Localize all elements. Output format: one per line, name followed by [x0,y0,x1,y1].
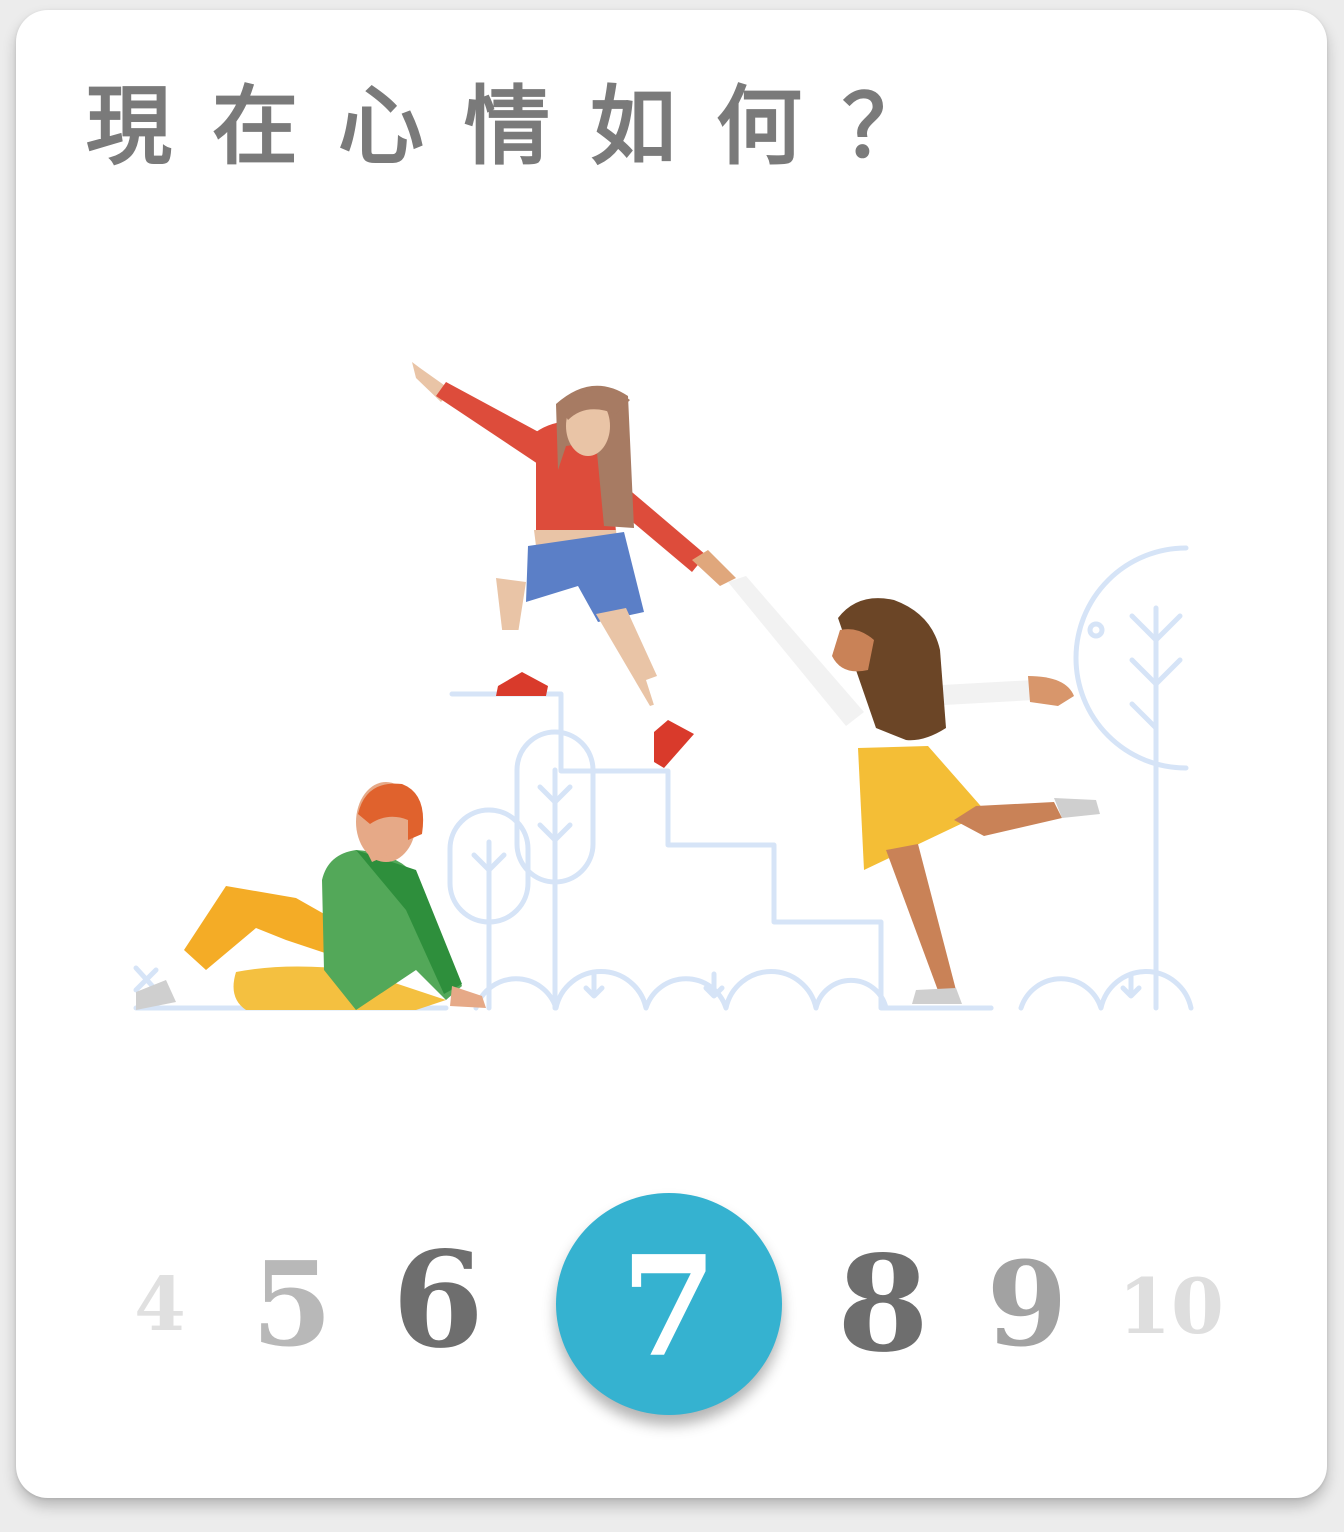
mood-option-6[interactable]: 6 [392,1235,484,1367]
mood-option-10[interactable]: 10 [1118,1269,1224,1345]
mood-option-5[interactable]: 5 [252,1247,333,1363]
mood-option-4[interactable]: 4 [134,1268,186,1342]
people-climbing-stairs-illustration [133,362,1194,1011]
mood-option-9[interactable]: 9 [987,1247,1068,1363]
mood-option-8[interactable]: 8 [837,1239,929,1371]
mood-option-selected[interactable]: 7 [556,1193,782,1415]
selected-value: 7 [620,1224,718,1388]
page-title: 現在心情如何？ [86,77,968,177]
mood-scale-picker[interactable]: 4 5 6 7 8 9 10 [16,1175,1327,1425]
mood-card: 現在心情如何？ 4 5 6 7 8 9 10 [16,10,1327,1498]
